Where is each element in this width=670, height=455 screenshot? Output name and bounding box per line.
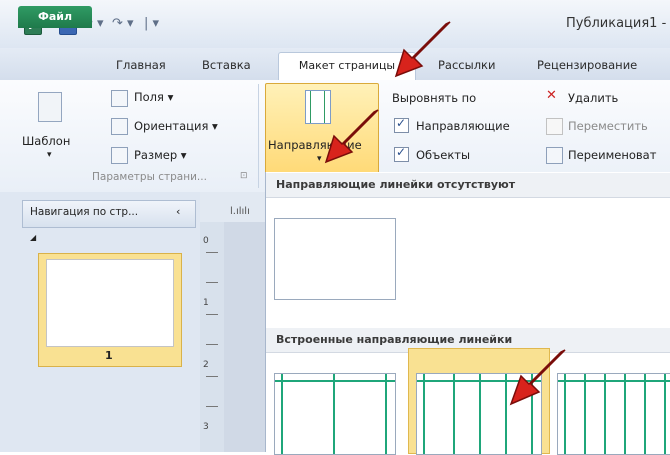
guides-checkbox[interactable] [394, 116, 409, 133]
page-setup-group-label: Параметры страни... [92, 171, 207, 183]
ruler-tick [206, 344, 218, 345]
gallery-item-builtin-1[interactable] [274, 373, 396, 455]
guide-line [423, 374, 425, 454]
guide-line [664, 374, 666, 454]
ruler-tick [206, 406, 218, 407]
rename-button[interactable]: Переименоват [568, 148, 656, 162]
align-to-label: Выровнять по [392, 91, 477, 105]
ruler-tick [206, 282, 218, 283]
objects-checkbox-label: Объекты [416, 148, 471, 162]
tab-file[interactable]: Файл [18, 6, 92, 28]
gallery-item-no-guides[interactable] [274, 218, 396, 300]
guide-line [281, 374, 283, 454]
expand-triangle-icon[interactable]: ◢ [30, 233, 36, 242]
page-thumbnail-preview [46, 259, 174, 347]
guide-line [275, 380, 395, 382]
tab-review[interactable]: Рецензирование [537, 58, 637, 72]
dialog-launcher-icon[interactable]: ⊡ [240, 171, 248, 181]
customize-qat-icon[interactable]: | ▾ [144, 16, 159, 31]
size-button[interactable]: Размер ▾ [134, 148, 187, 162]
guide-line [453, 374, 455, 454]
ruler-label: 3 [203, 422, 209, 432]
guide-line [385, 374, 387, 454]
delete-button[interactable]: Удалить [568, 91, 618, 105]
gallery-section-header: Направляющие линейки отсутствуют [266, 173, 670, 198]
rename-icon [546, 147, 563, 164]
tab-insert[interactable]: Вставка [202, 58, 251, 72]
annotation-arrow-gallery-item [509, 349, 566, 406]
redo-icon[interactable]: ↷ ▾ [112, 16, 134, 31]
move-icon [546, 118, 563, 135]
ruler-label: 1 [203, 298, 209, 308]
vertical-ruler[interactable] [200, 222, 225, 452]
guide-line [558, 380, 670, 382]
ruler-tick [206, 376, 218, 377]
orientation-icon [111, 118, 128, 135]
annotation-arrow-tab [394, 21, 451, 78]
guide-line [624, 374, 626, 454]
builtin-guides-header: Встроенные направляющие линейки [276, 333, 513, 346]
guide-line [604, 374, 606, 454]
collapse-pane-icon[interactable]: ‹ [176, 205, 180, 218]
page-thumbnail-number: 1 [105, 349, 113, 362]
horizontal-ruler-ticks: l.ılılı [230, 206, 250, 217]
annotation-arrow-guides-button [324, 109, 379, 164]
ruler-tick [206, 314, 218, 315]
window-title: Публикация1 - [566, 16, 667, 31]
group-separator [258, 84, 259, 188]
no-guides-header: Направляющие линейки отсутствуют [276, 178, 516, 191]
ruler-tick [206, 252, 218, 253]
gallery-item-builtin-3[interactable] [557, 373, 670, 455]
guide-line [584, 374, 586, 454]
tab-home[interactable]: Главная [116, 58, 166, 72]
template-dropdown-icon[interactable]: ▾ [47, 150, 52, 160]
margins-button[interactable]: Поля ▾ [134, 90, 173, 104]
guides-checkbox-label: Направляющие [416, 119, 510, 133]
orientation-button[interactable]: Ориентация ▾ [134, 119, 218, 133]
ruler-label: 0 [203, 236, 209, 246]
template-button[interactable]: Шаблон [22, 134, 70, 148]
workspace-background [224, 222, 270, 452]
ruler-label: 2 [203, 360, 209, 370]
delete-icon: ✕ [546, 88, 557, 103]
guide-line [644, 374, 646, 454]
guide-line [333, 374, 335, 454]
objects-checkbox[interactable] [394, 145, 409, 162]
guide-line [479, 374, 481, 454]
size-icon [111, 147, 128, 164]
navigation-pane-title: Навигация по стр... [30, 206, 139, 218]
template-icon [38, 92, 62, 122]
move-button: Переместить [568, 119, 648, 133]
margins-icon [111, 90, 128, 107]
